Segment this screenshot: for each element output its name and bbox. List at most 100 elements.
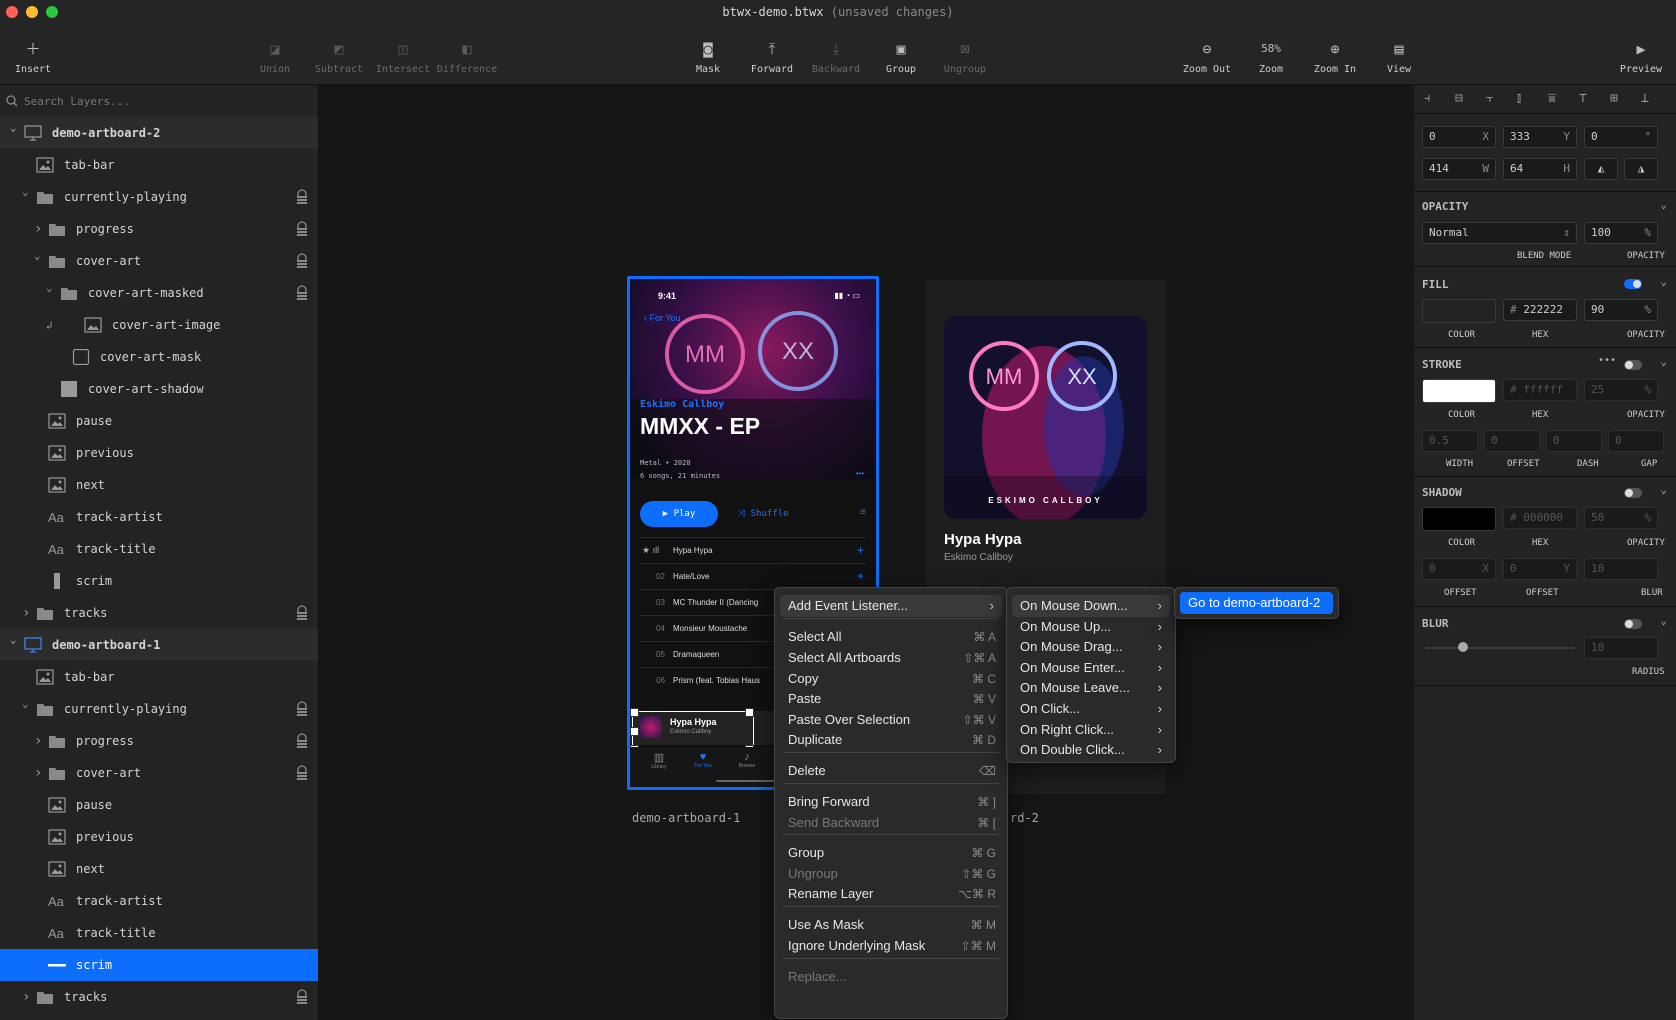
fill-toggle[interactable] (1624, 279, 1642, 289)
track-row[interactable]: 02 Hate/Love + (640, 563, 866, 590)
blur-toggle[interactable] (1624, 619, 1642, 629)
chevron-down-icon[interactable]: ⌄ (1660, 483, 1667, 496)
layer-row[interactable]: next (0, 853, 318, 885)
layer-row[interactable]: tab-bar (0, 661, 318, 693)
lock-icon[interactable] (294, 989, 310, 1005)
zoom-button[interactable]: 58% Zoom (1236, 40, 1306, 75)
shadow-hex-field[interactable]: # 000000 (1503, 507, 1577, 529)
align-center-h-icon[interactable]: ⊟ (1455, 91, 1463, 106)
layer-row[interactable]: › progress (0, 213, 318, 245)
zoom-in-button[interactable]: ⊕ Zoom In (1300, 40, 1370, 75)
layer-row[interactable]: ⌄ demo-artboard-2 (0, 117, 318, 149)
intersect-button[interactable]: ◫ Intersect (368, 40, 438, 75)
layer-row[interactable]: pause (0, 789, 318, 821)
more-options-icon[interactable]: ••• (1598, 355, 1616, 366)
context-menu-item[interactable]: Copy ⌘ C (780, 668, 1002, 690)
chevron-down-icon[interactable]: ⌄ (1660, 614, 1667, 627)
chevron-down-icon[interactable]: ⌄ (34, 249, 41, 262)
chevron-down-icon[interactable]: ⌄ (46, 281, 53, 294)
layer-row[interactable]: › tracks (0, 597, 318, 629)
layer-row[interactable]: Aa track-title (0, 917, 318, 949)
x-field[interactable]: 0X (1422, 126, 1496, 148)
layer-row[interactable]: ⌄ demo-artboard-1 (0, 629, 318, 661)
context-menu-item[interactable]: Paste ⌘ V (780, 688, 1002, 710)
event-menu-item[interactable]: On Mouse Up... › (1012, 616, 1170, 638)
union-button[interactable]: ◪ Union (240, 40, 310, 75)
track-row[interactable]: ★ ıll Hypa Hypa + (640, 537, 866, 564)
stroke-gap-field[interactable]: 0 (1608, 430, 1664, 452)
group-button[interactable]: ▣ Group (866, 40, 936, 75)
mask-button[interactable]: ◙ Mask (673, 40, 743, 75)
chevron-down-icon[interactable]: ⌄ (10, 121, 17, 134)
rotation-field[interactable]: 0 ° (1584, 126, 1658, 148)
lock-icon[interactable] (294, 189, 310, 205)
layer-row[interactable]: Aa track-title (0, 533, 318, 565)
add-track-icon[interactable]: + (857, 569, 864, 583)
resize-handle[interactable] (630, 727, 639, 736)
chevron-right-icon[interactable]: › (34, 765, 42, 781)
stroke-opacity-field[interactable]: 25% (1584, 379, 1658, 401)
event-menu-item[interactable]: On Mouse Drag... › (1012, 636, 1170, 658)
tab-library[interactable]: ▥ Library (644, 751, 674, 770)
context-menu-item[interactable]: Use As Mask ⌘ M (780, 914, 1002, 936)
align-left-icon[interactable]: ⫞ (1424, 91, 1431, 106)
chevron-down-icon[interactable]: ⌄ (22, 697, 29, 710)
view-button[interactable]: ▤ View (1364, 40, 1434, 75)
blur-slider[interactable] (1426, 642, 1574, 652)
layer-row[interactable]: tab-bar (0, 149, 318, 181)
insert-button[interactable]: ＋ Insert (0, 40, 68, 75)
context-menu-item[interactable]: Select All ⌘ A (780, 626, 1002, 648)
shuffle-button[interactable]: ⤨ Shuffle (738, 501, 789, 527)
layer-row[interactable]: ⌄ currently-playing (0, 693, 318, 725)
ungroup-button[interactable]: ⊠ Ungroup (930, 40, 1000, 75)
lock-icon[interactable] (294, 221, 310, 237)
fill-opacity-field[interactable]: 90% (1584, 299, 1658, 321)
align-top-icon[interactable]: ⊤ (1579, 91, 1587, 106)
stroke-color-swatch[interactable] (1422, 379, 1496, 403)
context-menu-item[interactable]: Ignore Underlying Mask ⇧⌘ M (780, 935, 1002, 957)
blur-slider-thumb[interactable] (1458, 642, 1468, 652)
shadow-y-field[interactable]: 0Y (1503, 558, 1577, 580)
stroke-offset-field[interactable]: 0 (1484, 430, 1540, 452)
shadow-blur-field[interactable]: 10 (1584, 558, 1658, 580)
shadow-opacity-field[interactable]: 50% (1584, 507, 1658, 529)
align-center-v-icon[interactable]: ⊞ (1610, 91, 1618, 106)
event-menu-item[interactable]: On Click... › (1012, 698, 1170, 720)
layer-row[interactable]: pause (0, 405, 318, 437)
layer-row[interactable]: scrim (0, 949, 318, 981)
context-menu-item[interactable]: Select All Artboards ⇧⌘ A (780, 647, 1002, 669)
event-menu-item[interactable]: On Right Click... › (1012, 719, 1170, 741)
blend-mode-select[interactable]: Normal ⇕ (1422, 222, 1577, 244)
align-right-icon[interactable]: ⫟ (1486, 91, 1494, 106)
lock-icon[interactable] (294, 605, 310, 621)
chevron-right-icon[interactable]: › (22, 989, 30, 1005)
width-field[interactable]: 414 W (1422, 158, 1496, 180)
play-button[interactable]: ▶ Play (640, 501, 718, 527)
flip-horizontal-button[interactable]: ◭ (1584, 158, 1618, 180)
layer-row[interactable]: ⌄ cover-art (0, 245, 318, 277)
stroke-toggle[interactable] (1624, 360, 1642, 370)
align-bottom-icon[interactable]: ⊥ (1641, 91, 1649, 106)
layer-row[interactable]: ⌄ currently-playing (0, 181, 318, 213)
chevron-down-icon[interactable]: ⌄ (22, 185, 29, 198)
layer-row[interactable]: Aa track-artist (0, 501, 318, 533)
context-menu-item[interactable]: Bring Forward ⌘ ] (780, 791, 1002, 813)
context-menu-item[interactable]: Add Event Listener... › (780, 595, 1002, 617)
lock-icon[interactable] (294, 285, 310, 301)
context-menu-item[interactable]: Replace... (780, 966, 1002, 988)
chevron-down-icon[interactable]: ⌄ (1660, 198, 1667, 211)
chevron-down-icon[interactable]: ⌄ (1660, 355, 1667, 368)
resize-handle[interactable] (630, 708, 639, 717)
context-menu-item[interactable]: Rename Layer ⌥⌘ R (780, 883, 1002, 905)
layer-row[interactable]: › progress (0, 725, 318, 757)
shadow-toggle[interactable] (1624, 488, 1642, 498)
layer-row[interactable]: previous (0, 437, 318, 469)
stroke-hex-field[interactable]: # ffffff (1503, 379, 1577, 401)
flip-vertical-button[interactable]: ◮ (1624, 158, 1658, 180)
chevron-right-icon[interactable]: › (34, 733, 42, 749)
queue-icon[interactable]: ≡ (860, 507, 866, 518)
context-menu-item[interactable]: Paste Over Selection ⇧⌘ V (780, 709, 1002, 731)
lock-icon[interactable] (294, 253, 310, 269)
layer-row[interactable]: › tracks (0, 981, 318, 1013)
layer-row[interactable]: scrim (0, 565, 318, 597)
